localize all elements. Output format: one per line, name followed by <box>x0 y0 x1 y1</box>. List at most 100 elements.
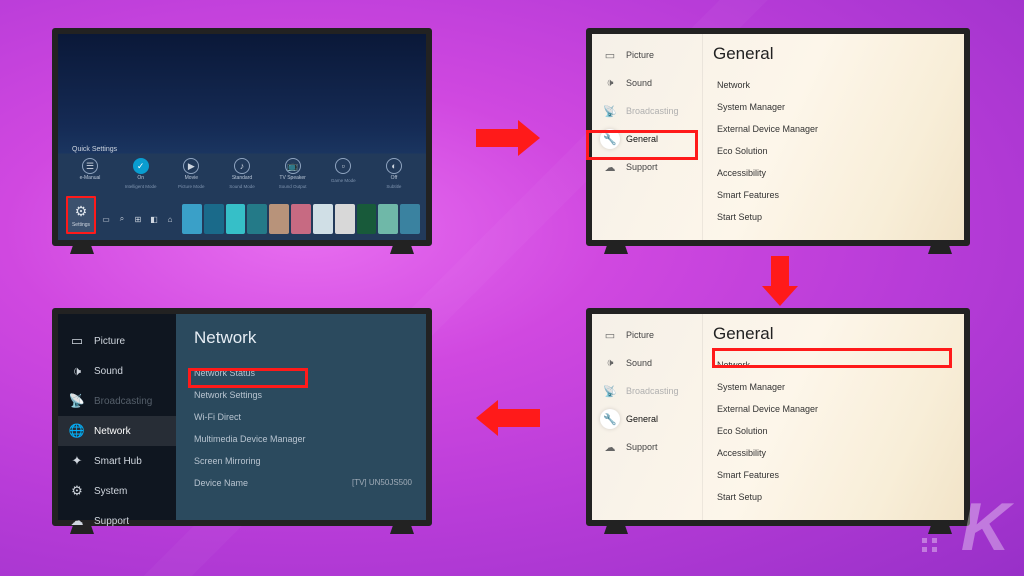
sound-icon: 🕩 <box>600 73 620 93</box>
sidebar-item-support[interactable]: ☁ Support <box>600 436 702 458</box>
arrow-step-2-to-3 <box>762 256 798 306</box>
panel-title: General <box>713 44 948 64</box>
app-tile[interactable] <box>226 204 246 234</box>
sidebar-item-smart-hub[interactable]: ✦Smart Hub <box>58 446 176 476</box>
sidebar-item-sound[interactable]: 🕩Sound <box>600 352 702 374</box>
menu-item-eco-solution[interactable]: Eco Solution <box>713 420 948 442</box>
menu-item-label: Multimedia Device Manager <box>194 434 306 444</box>
qs-item-sublabel: Game Mode <box>331 178 356 183</box>
watermark-dots <box>922 538 938 552</box>
app-tile[interactable] <box>247 204 267 234</box>
app-tile[interactable] <box>400 204 420 234</box>
sidebar-item-picture[interactable]: ▭Picture <box>58 326 176 356</box>
broadcast-icon: 📡 <box>600 381 620 401</box>
source-icon[interactable]: ▭ <box>100 213 112 225</box>
qs-item-sublabel: Sound Mode <box>229 184 255 189</box>
menu-item-network[interactable]: Network <box>713 74 948 96</box>
quick-settings-item[interactable]: ◐ Off Subtitle <box>372 158 416 189</box>
settings-sidebar-dark: ▭Picture 🕩 Sound 📡Broadcasting🌐Network✦Smar… <box>58 314 176 520</box>
menu-item-label: Wi-Fi Direct <box>194 412 241 422</box>
sidebar-item-broadcasting[interactable]: 📡Broadcasting <box>600 100 702 122</box>
search-icon[interactable]: ⌕ <box>116 213 128 225</box>
tv-screenshot-4-network-settings: ▭Picture 🕩 Sound 📡Broadcasting🌐Network✦Smar… <box>52 308 432 526</box>
sidebar-item-support[interactable]: ☁Support <box>600 156 702 178</box>
menu-item-eco-solution[interactable]: Eco Solution <box>713 140 948 162</box>
settings-light-screen: ▭Picture 🕩 Sound 📡Broadcasting 🔧General ☁Supp… <box>592 34 964 240</box>
tv-screenshot-2-general-menu: ▭Picture 🕩 Sound 📡Broadcasting 🔧General ☁Supp… <box>586 28 970 246</box>
menu-item-network-settings[interactable]: Network Settings <box>194 384 412 406</box>
menu-item-system-manager[interactable]: System Manager <box>713 96 948 118</box>
sidebar-item-broadcasting[interactable]: 📡 Broadcasting <box>600 380 702 402</box>
menu-item-value: [TV] UN50JS500 <box>352 478 412 488</box>
menu-item-network[interactable]: Network <box>713 354 948 376</box>
sidebar-item-label: Sound <box>94 366 123 377</box>
sidebar-item-network[interactable]: 🌐Network <box>58 416 176 446</box>
app-tile[interactable] <box>182 204 202 234</box>
menu-item-start-setup[interactable]: Start Setup <box>713 206 948 228</box>
qs-item-icon: ✓ <box>133 158 149 174</box>
home-icon[interactable]: ⌂ <box>164 213 176 225</box>
sound-icon: 🕩 <box>68 363 86 379</box>
quick-settings-item[interactable]: ♪ Standard Sound Mode <box>220 158 264 189</box>
menu-item-smart-features[interactable]: Smart Features <box>713 184 948 206</box>
menu-item-external-device-manager[interactable]: External Device Manager <box>713 118 948 140</box>
support-icon: ☁ <box>600 437 620 457</box>
menu-item-wi-fi-direct[interactable]: Wi-Fi Direct <box>194 406 412 428</box>
sidebar-item-broadcasting[interactable]: 📡Broadcasting <box>58 386 176 416</box>
quick-settings-item[interactable]: 📺 TV Speaker Sound Output <box>271 158 315 189</box>
quick-settings-item[interactable]: ▶ Movie Picture Mode <box>169 158 213 189</box>
quick-settings-item[interactable]: ▫ Game Mode <box>321 158 365 189</box>
sidebar-item-sound[interactable]: 🕩 Sound <box>58 356 176 386</box>
quick-settings-item[interactable]: ✓ On Intelligent Mode <box>119 158 163 189</box>
ambient-icon[interactable]: ◧ <box>148 213 160 225</box>
menu-item-system-manager[interactable]: System Manager <box>713 376 948 398</box>
menu-item-device-name[interactable]: Device Name[TV] UN50JS500 <box>194 472 412 494</box>
apps-icon[interactable]: ⊞ <box>132 213 144 225</box>
qs-item-label: e-Manual <box>80 176 101 182</box>
menu-item-network-status[interactable]: Network Status <box>194 362 412 384</box>
menu-item-accessibility[interactable]: Accessibility <box>713 442 948 464</box>
qs-item-icon: ▫ <box>335 158 351 174</box>
app-tile[interactable] <box>269 204 289 234</box>
quick-settings-row: ☰ e-Manual ✓ On Intelligent Mode▶ Movie … <box>68 158 416 189</box>
watermark-k: K <box>961 488 1006 566</box>
sidebar-item-sound[interactable]: 🕩 Sound <box>600 72 702 94</box>
sidebar-item-picture[interactable]: ▭Picture <box>600 324 702 346</box>
menu-item-multimedia-device-manager[interactable]: Multimedia Device Manager <box>194 428 412 450</box>
sidebar-item-label: Support <box>626 442 658 452</box>
menu-item-accessibility[interactable]: Accessibility <box>713 162 948 184</box>
sidebar-item-label: System <box>94 486 127 497</box>
app-tile[interactable] <box>357 204 377 234</box>
menu-item-screen-mirroring[interactable]: Screen Mirroring <box>194 450 412 472</box>
sidebar-item-picture[interactable]: ▭Picture <box>600 44 702 66</box>
app-tile[interactable] <box>335 204 355 234</box>
sidebar-item-label: Sound <box>626 358 652 368</box>
app-tile[interactable] <box>313 204 333 234</box>
menu-item-start-setup[interactable]: Start Setup <box>713 486 948 508</box>
broadcast-icon: 📡 <box>68 393 86 409</box>
qs-item-label: Off <box>391 176 398 182</box>
app-tiles <box>182 204 420 234</box>
menu-item-smart-features[interactable]: Smart Features <box>713 464 948 486</box>
settings-light-screen: ▭Picture 🕩Sound 📡 Broadcasting 🔧General ☁ Supp… <box>592 314 964 520</box>
sidebar-item-support[interactable]: ☁Support <box>58 506 176 536</box>
settings-button-highlighted[interactable]: ⚙ Settings <box>66 196 96 234</box>
sidebar-item-general[interactable]: 🔧General <box>600 408 702 430</box>
support-icon: ☁ <box>600 157 620 177</box>
gear-icon: ⚙ <box>75 203 88 220</box>
menu-item-label: Screen Mirroring <box>194 456 261 466</box>
sidebar-item-general[interactable]: 🔧General <box>600 128 702 150</box>
bottom-bar-nav-icons: ▭ ⌕ ⊞ ◧ ⌂ <box>96 204 180 234</box>
app-tile[interactable] <box>291 204 311 234</box>
sidebar-item-label: General <box>626 414 658 424</box>
menu-item-external-device-manager[interactable]: External Device Manager <box>713 398 948 420</box>
sidebar-item-label: Sound <box>626 78 652 88</box>
app-tile[interactable] <box>204 204 224 234</box>
sidebar-item-label: Broadcasting <box>626 386 679 396</box>
app-tile[interactable] <box>378 204 398 234</box>
picture-icon: ▭ <box>68 333 86 349</box>
quick-settings-item[interactable]: ☰ e-Manual <box>68 158 112 189</box>
general-items-list: NetworkSystem ManagerExternal Device Man… <box>713 354 948 508</box>
settings-dark-screen: ▭Picture 🕩 Sound 📡Broadcasting🌐Network✦Smar… <box>58 314 426 520</box>
sidebar-item-system[interactable]: ⚙System <box>58 476 176 506</box>
